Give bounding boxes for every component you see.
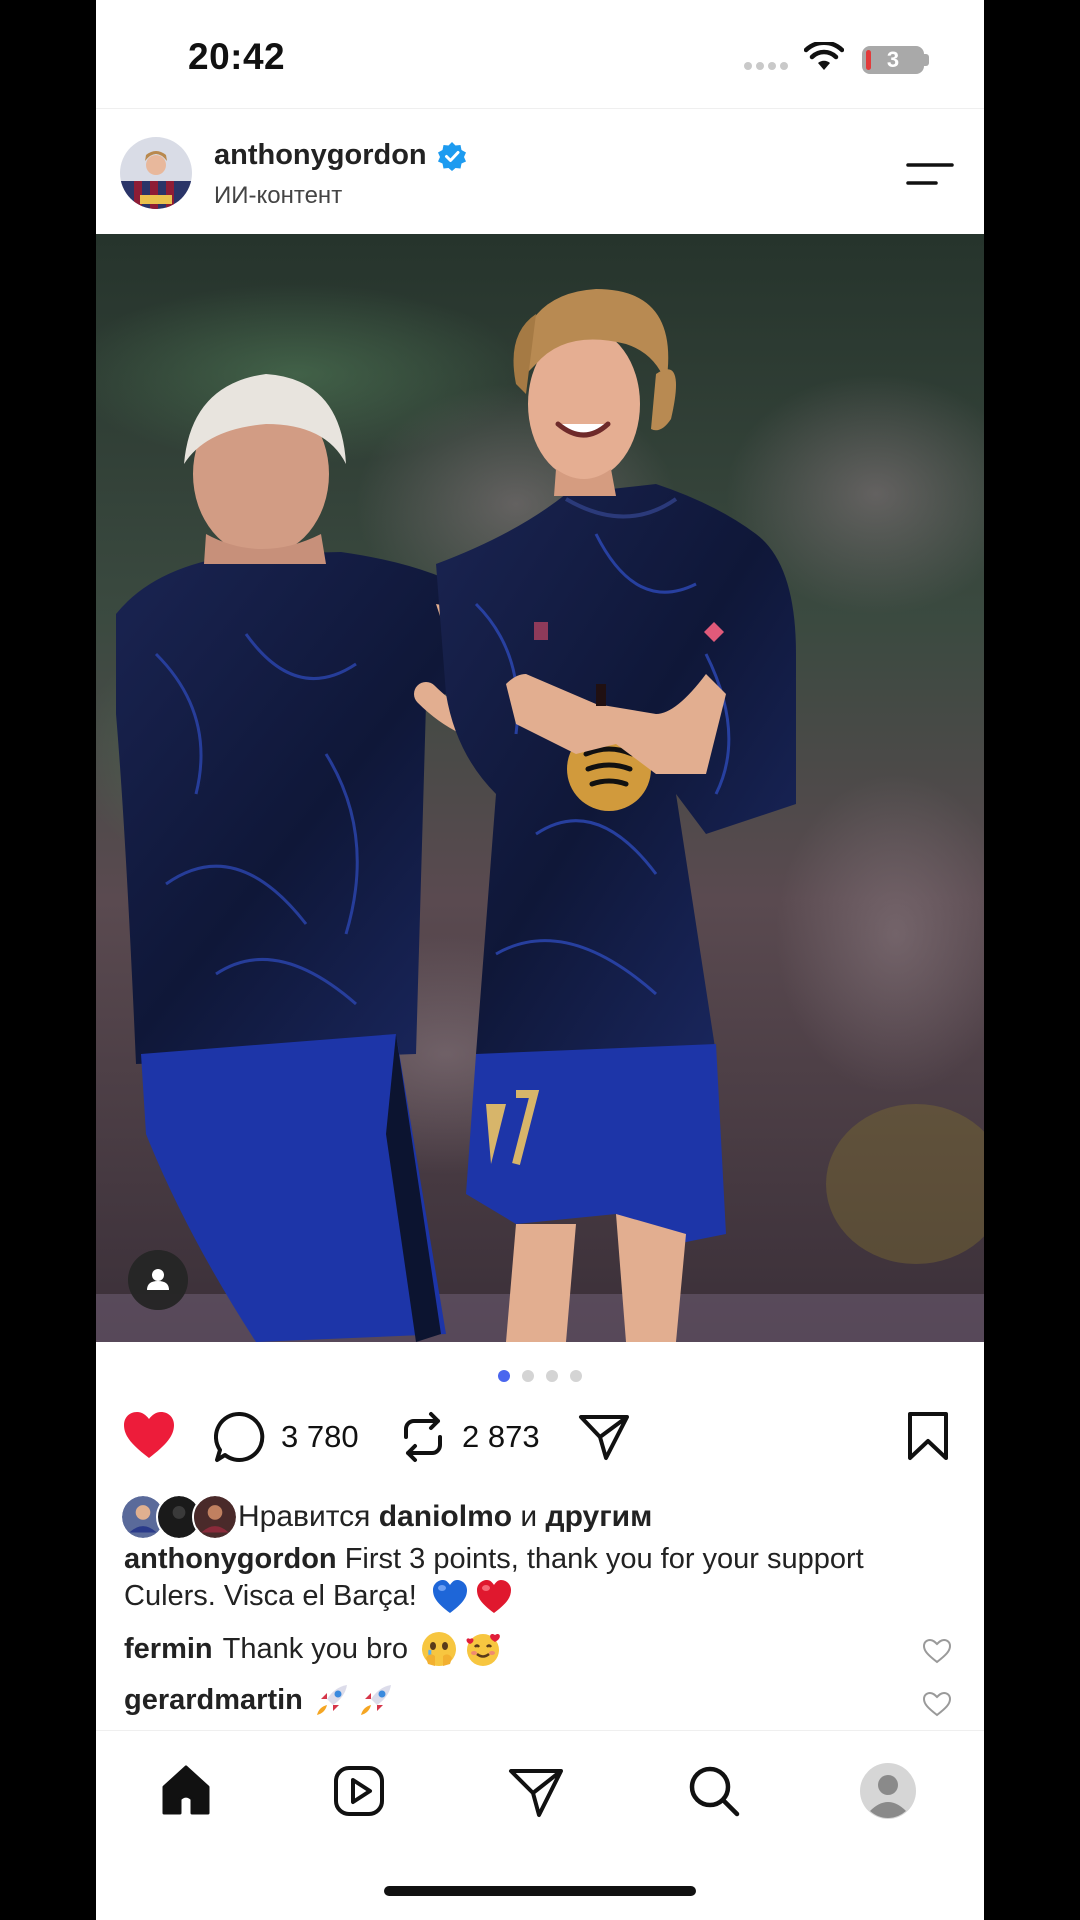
post-label: ИИ-контент — [214, 182, 343, 209]
wifi-icon — [804, 42, 844, 70]
repost-count: 2 873 — [462, 1419, 540, 1454]
battery-icon: 3 — [862, 46, 924, 74]
post-author-username[interactable]: anthonygordon — [214, 139, 427, 172]
battery-level: 3 — [886, 47, 900, 72]
carousel-dot — [498, 1370, 510, 1382]
status-bar: 20:42 3 — [96, 0, 984, 108]
home-indicator — [384, 1886, 696, 1896]
liker-avatars — [120, 1493, 238, 1541]
comment-count: 3 780 — [281, 1419, 359, 1454]
rocket-emoji — [316, 1685, 347, 1715]
likes-connector: и — [520, 1500, 538, 1533]
rocket-emoji — [360, 1685, 391, 1715]
smiling-face-with-hearts-emoji — [466, 1633, 500, 1666]
comment-like-heart-icon[interactable] — [922, 1691, 952, 1717]
face-holding-back-tears-emoji — [422, 1632, 457, 1666]
liker-username[interactable]: daniolmo — [379, 1500, 512, 1533]
blue-heart-emoji — [432, 1580, 467, 1614]
like-heart-icon[interactable] — [122, 1411, 176, 1461]
reels-icon[interactable] — [329, 1761, 389, 1821]
liker-avatar — [192, 1494, 238, 1540]
comment-item: fermin Thank you bro — [124, 1630, 884, 1668]
comment-username[interactable]: fermin — [124, 1633, 213, 1666]
caption-username[interactable]: anthonygordon — [124, 1543, 337, 1575]
repost-icon[interactable] — [400, 1411, 446, 1463]
comment-username[interactable]: gerardmartin — [124, 1684, 303, 1717]
share-icon[interactable] — [578, 1413, 630, 1461]
direct-icon[interactable] — [506, 1761, 566, 1821]
status-time: 20:42 — [188, 36, 286, 77]
bookmark-icon[interactable] — [906, 1411, 950, 1461]
post-action-bar: 3 780 2 873 — [96, 1405, 984, 1471]
post-photo[interactable] — [96, 234, 984, 1342]
comment-item: gerardmartin — [124, 1681, 884, 1719]
likes-summary[interactable]: Нравится daniolmo и другим — [120, 1493, 652, 1541]
tagged-users-button[interactable] — [128, 1250, 188, 1310]
phone-screen: 20:42 3 anthonygordon ИИ-контент 3 780 2… — [96, 0, 984, 1920]
verified-badge-icon — [437, 141, 466, 171]
post-caption: anthonygordon First 3 points, thank you … — [124, 1541, 944, 1616]
post-image — [96, 234, 984, 1342]
comment-icon[interactable] — [214, 1411, 266, 1463]
profile-icon[interactable] — [858, 1761, 918, 1821]
comment-like-heart-icon[interactable] — [922, 1638, 952, 1664]
comment-text: Thank you bro — [222, 1632, 409, 1665]
likes-prefix: Нравится — [238, 1500, 371, 1533]
carousel-dot — [570, 1370, 582, 1382]
search-icon[interactable] — [684, 1761, 744, 1821]
carousel-dot — [522, 1370, 534, 1382]
post-header: anthonygordon ИИ-контент — [96, 108, 984, 233]
carousel-indicator — [96, 1370, 984, 1382]
carousel-dot — [546, 1370, 558, 1382]
profile-avatar[interactable] — [120, 137, 192, 209]
red-heart-emoji — [476, 1580, 511, 1614]
menu-icon[interactable] — [906, 159, 954, 189]
cellular-signal-icon — [744, 62, 788, 70]
likes-others-link[interactable]: другим — [546, 1500, 653, 1533]
home-icon[interactable] — [156, 1761, 216, 1821]
